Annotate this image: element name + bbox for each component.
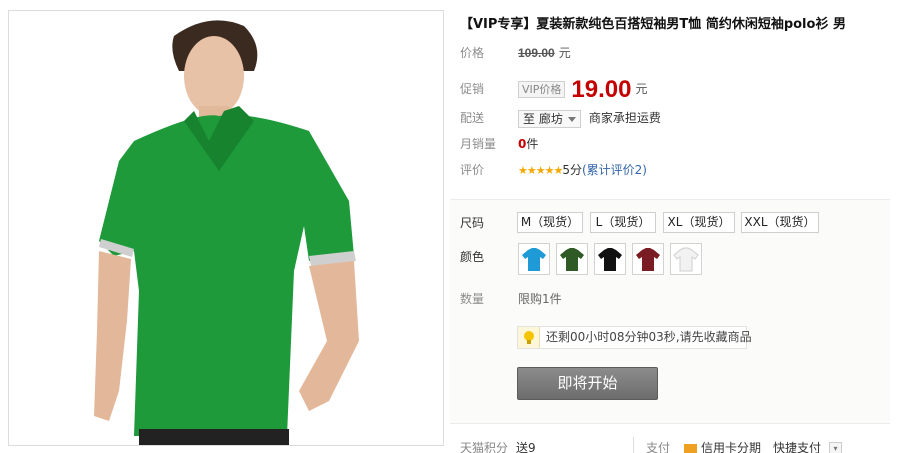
product-title: 【VIP专享】夏装新款纯色百搭短袖男T恤 简约休闲短袖polo衫 男 (460, 17, 846, 32)
color-swatch-white[interactable] (670, 243, 702, 275)
points-label: 天猫积分 (460, 441, 509, 453)
coming-soon-button[interactable]: 即将开始 (517, 367, 658, 400)
shipping-note: 商家承担运费 (588, 111, 661, 125)
promo-price-unit: 元 (635, 82, 648, 96)
sales-row: 月销量 0件 (460, 134, 538, 154)
promo-row: 促销 VIP价格 19.00 元 (460, 76, 647, 102)
shirt-icon-black (598, 248, 622, 271)
original-price: 109.00 (518, 46, 555, 60)
promo-label: 促销 (460, 82, 485, 96)
size-option-xxl[interactable]: XXL（现货） (741, 212, 819, 233)
review-count-link[interactable]: (累计评价2) (582, 163, 647, 177)
promo-price: 19.00 (571, 75, 632, 103)
shirt-icon-white (673, 247, 699, 272)
star-rating-icon: ★★★★★ (518, 164, 563, 177)
shirt-icon-green (560, 248, 584, 271)
size-option-m[interactable]: M（现货） (517, 212, 583, 233)
color-swatch-blue[interactable] (518, 243, 550, 275)
quantity-limit: 限购1件 (518, 292, 562, 306)
location-dropdown[interactable]: 至 廊坊 (518, 109, 581, 128)
quick-pay[interactable]: 快捷支付 (773, 441, 821, 453)
shirt-icon-maroon (636, 248, 660, 271)
color-label: 颜色 (460, 250, 485, 264)
size-option-xl[interactable]: XL（现货） (663, 212, 735, 233)
credit-label: 信用卡分期 (701, 441, 762, 453)
product-image (8, 10, 444, 446)
rating-row: 评价 ★★★★★5分(累计评价2) (460, 160, 647, 180)
size-label: 尺码 (460, 216, 485, 230)
size-option-l[interactable]: L（现货） (590, 212, 656, 233)
vip-price-tag: VIP价格 (518, 81, 566, 98)
countdown-box: 还剩00小时08分钟03秒,请先收藏商品 (517, 326, 752, 349)
quantity-row: 数量 限购1件 (460, 289, 562, 309)
payment-label: 支付 (646, 441, 671, 453)
sales-label: 月销量 (460, 137, 497, 151)
sales-unit: 件 (526, 137, 539, 151)
countdown-text: 还剩00小时08分钟03秒,请先收藏商品 (546, 330, 752, 344)
credit-card-icon (684, 443, 698, 453)
rating-label: 评价 (460, 163, 485, 177)
price-row: 价格 109.00 元 (460, 43, 571, 63)
color-swatch-maroon[interactable] (632, 243, 664, 275)
delivery-label: 配送 (460, 111, 485, 125)
delivery-row: 配送 至 廊坊 商家承担运费 (460, 108, 661, 128)
chevron-down-icon (567, 116, 576, 122)
rating-score: 5分 (562, 163, 582, 177)
points-value: 送9 (516, 441, 536, 453)
price-label: 价格 (460, 46, 485, 60)
points-row: 天猫积分 送9 (460, 440, 536, 453)
location-value: 至 廊坊 (523, 111, 563, 126)
quantity-label: 数量 (460, 292, 485, 306)
payment-row: 支付 信用卡分期 快捷支付 ▾ (646, 440, 843, 453)
expand-icon[interactable]: ▾ (829, 442, 843, 453)
credit-installment[interactable]: 信用卡分期 (684, 441, 761, 453)
color-swatch-black[interactable] (594, 243, 626, 275)
lightbulb-icon (518, 327, 540, 348)
shirt-icon-blue (522, 248, 546, 271)
original-price-unit: 元 (558, 46, 571, 60)
color-swatch-green[interactable] (556, 243, 588, 275)
bottom-divider (633, 437, 634, 453)
